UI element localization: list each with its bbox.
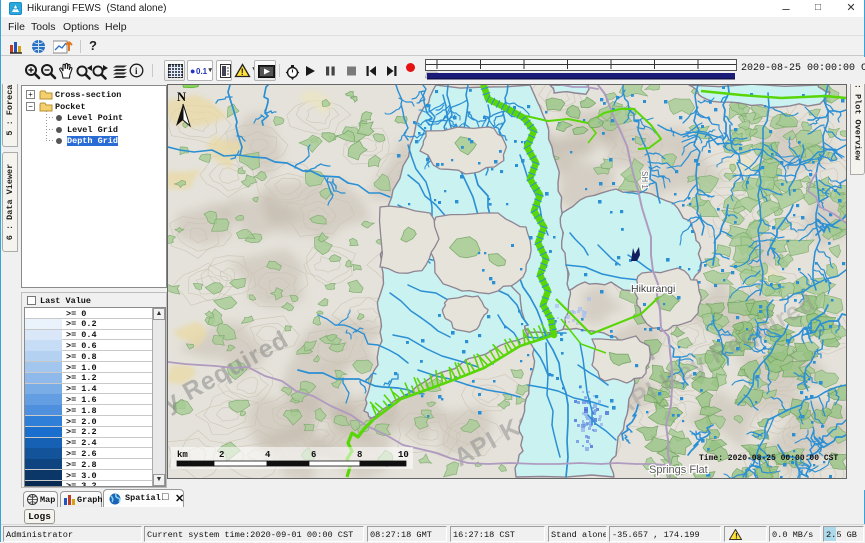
svg-text:Hikurangi: Hikurangi — [631, 283, 675, 295]
svg-text:6: 6 — [311, 450, 316, 460]
svg-text:i: i — [135, 66, 138, 76]
svg-text:!: ! — [241, 67, 244, 77]
svg-text:10: 10 — [398, 450, 409, 460]
svg-text:4: 4 — [265, 450, 271, 460]
svg-text:2: 2 — [219, 450, 224, 460]
svg-text:6 : Data Viewer: 6 : Data Viewer — [5, 164, 15, 241]
svg-text:km: km — [177, 450, 188, 460]
svg-text:8: 8 — [357, 450, 362, 460]
svg-text:N: N — [177, 90, 186, 104]
svg-text:!: ! — [734, 533, 739, 541]
svg-text:Time: 2020-08-25 00:00:00 CST: Time: 2020-08-25 00:00:00 CST — [699, 454, 838, 463]
svg-text:SH 1: SH 1 — [640, 171, 649, 189]
svg-text:3 : Plot Overview: 3 : Plot Overview — [853, 74, 863, 162]
svg-text:Springs Flat: Springs Flat — [649, 464, 708, 476]
